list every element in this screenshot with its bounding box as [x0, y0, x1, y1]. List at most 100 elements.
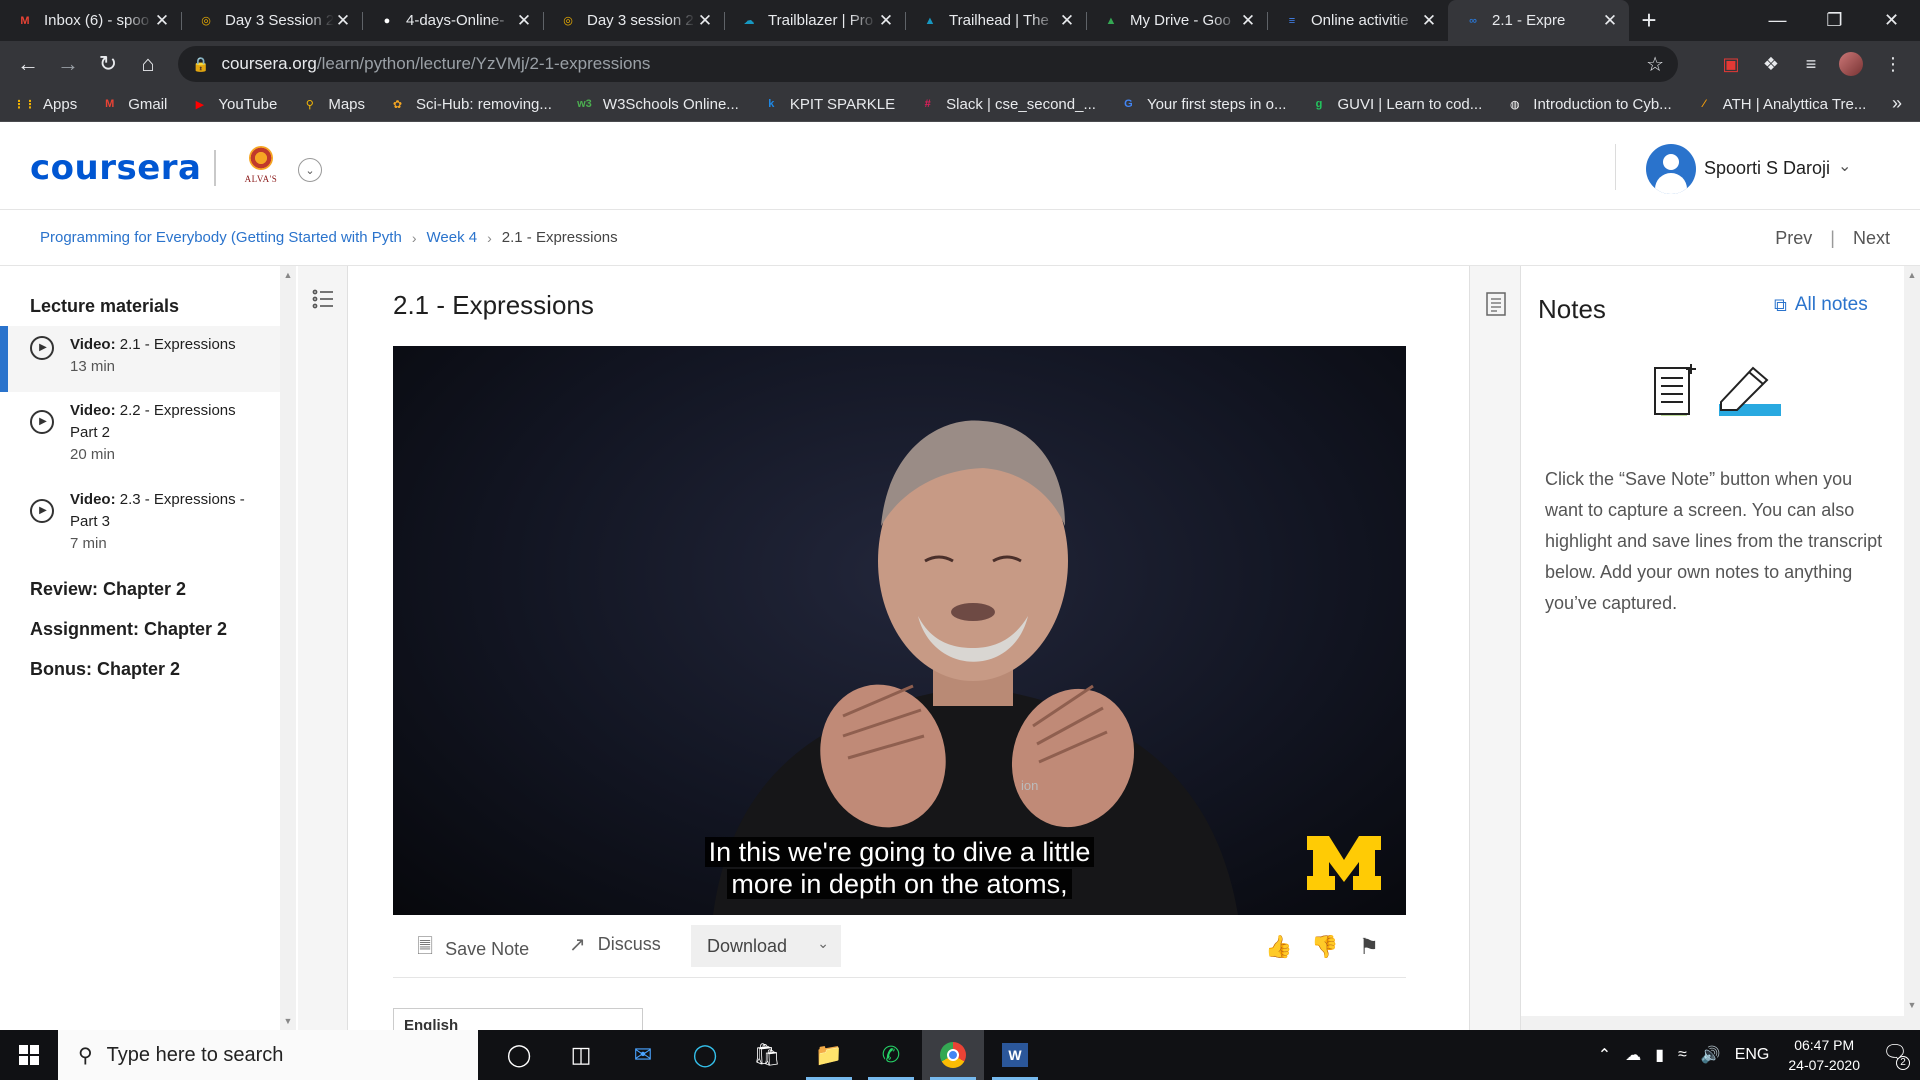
flag-icon[interactable]: ⚑	[1355, 934, 1383, 962]
google-drive-icon: ▲	[1105, 14, 1117, 27]
bookmark-item[interactable]: M Gmail	[101, 96, 167, 113]
video-player[interactable]: ion In this we're going to dive a little…	[393, 346, 1406, 915]
browser-tab[interactable]: ☁ Trailblazer | Pro ✕	[724, 0, 905, 41]
close-tab-icon[interactable]: ✕	[877, 11, 895, 31]
notes-document-icon[interactable]	[1486, 292, 1506, 316]
bookmark-item[interactable]: ⚲ Maps	[301, 96, 365, 113]
notes-scrollbar[interactable]: ▲ ▼	[1904, 266, 1920, 1030]
home-icon[interactable]: ⌂	[128, 44, 168, 84]
list-outline-icon[interactable]	[312, 288, 334, 310]
next-button[interactable]: Next	[1853, 228, 1890, 249]
browser-tab[interactable]: ◎ Day 3 session 2 ✕	[543, 0, 724, 41]
all-notes-link[interactable]: ⧉ All notes	[1774, 294, 1868, 316]
partner-switch-chevron-icon[interactable]: ⌄	[298, 158, 322, 182]
thumbs-up-icon[interactable]: 👍	[1265, 934, 1293, 962]
close-tab-icon[interactable]: ✕	[334, 11, 352, 31]
coursera-logo[interactable]: coursera	[30, 148, 202, 188]
close-tab-icon[interactable]: ✕	[515, 11, 533, 31]
review-section-link[interactable]: Review: Chapter 2	[30, 579, 186, 600]
close-tab-icon[interactable]: ✕	[153, 11, 171, 31]
close-tab-icon[interactable]: ✕	[1420, 11, 1438, 31]
show-hidden-icons-chevron-icon[interactable]: ⌃	[1598, 1045, 1611, 1065]
file-explorer-icon[interactable]: 📁	[798, 1030, 860, 1080]
word-icon[interactable]: W	[984, 1030, 1046, 1080]
scroll-down-icon[interactable]: ▼	[1904, 1000, 1920, 1010]
input-language[interactable]: ENG	[1735, 1046, 1770, 1064]
user-menu-chevron-icon[interactable]: ⌄	[1838, 156, 1851, 176]
lesson-item[interactable]: ▶ Video: 2.2 - Expressions Part 2 20 min	[0, 400, 280, 480]
save-note-button[interactable]: 🗏 Save Note	[417, 932, 529, 966]
bookmark-item[interactable]: ⋮⋮ Apps	[14, 96, 78, 113]
bookmark-item[interactable]: ✿ Sci-Hub: removing...	[389, 96, 552, 113]
task-view-icon[interactable]: ◫	[550, 1030, 612, 1080]
profile-avatar-icon[interactable]	[1836, 49, 1866, 79]
scroll-up-icon[interactable]: ▲	[280, 270, 296, 280]
lesson-item[interactable]: ▶ Video: 2.3 - Expressions - Part 3 7 mi…	[0, 489, 280, 559]
back-icon[interactable]: ←	[8, 44, 48, 84]
windows-start-button[interactable]	[0, 1030, 58, 1080]
browser-tab[interactable]: ∞ 2.1 - Expre ✕	[1448, 0, 1629, 41]
scroll-up-icon[interactable]: ▲	[1904, 270, 1920, 280]
user-name[interactable]: Spoorti S Daroji	[1704, 158, 1830, 179]
restore-icon[interactable]: ❐	[1806, 0, 1863, 41]
cortana-icon[interactable]: ◯	[488, 1030, 550, 1080]
chrome-menu-icon[interactable]: ⋮	[1878, 49, 1908, 79]
bookmark-item[interactable]: ◍ Introduction to Cyb...	[1506, 96, 1672, 113]
volume-icon[interactable]: 🔊	[1701, 1045, 1721, 1065]
wifi-icon[interactable]: ≈	[1678, 1046, 1687, 1064]
taskbar-search-box[interactable]: ⚲ Type here to search	[58, 1030, 478, 1080]
bookmark-star-icon[interactable]: ☆	[1646, 52, 1664, 77]
bookmark-item[interactable]: ⁄ ATH | Analyttica Tre...	[1696, 96, 1866, 113]
extensions-puzzle-icon[interactable]: ❖	[1756, 49, 1786, 79]
whatsapp-icon[interactable]: ✆	[860, 1030, 922, 1080]
browser-tab[interactable]: M Inbox (6) - spoo ✕	[0, 0, 181, 41]
partner-logo[interactable]: ALVA'S	[240, 146, 282, 190]
close-window-icon[interactable]: ✕	[1863, 0, 1920, 41]
breadcrumb-course-link[interactable]: Programming for Everybody (Getting Start…	[40, 229, 402, 246]
store-icon[interactable]: 🛍	[736, 1030, 798, 1080]
close-tab-icon[interactable]: ✕	[696, 11, 714, 31]
media-queue-icon[interactable]: ≡	[1796, 49, 1826, 79]
thumbs-down-icon[interactable]: 👎	[1311, 934, 1339, 962]
bonus-section-link[interactable]: Bonus: Chapter 2	[30, 659, 180, 680]
more-bookmarks-icon[interactable]: »	[1892, 93, 1902, 114]
browser-tab[interactable]: ▲ My Drive - Goo ✕	[1086, 0, 1267, 41]
bookmark-item[interactable]: g GUVI | Learn to cod...	[1310, 96, 1483, 113]
bookmark-item[interactable]: k KPIT SPARKLE	[763, 96, 895, 113]
bookmark-item[interactable]: ▶ YouTube	[191, 96, 278, 113]
close-tab-icon[interactable]: ✕	[1239, 11, 1257, 31]
bookmark-item[interactable]: G Your first steps in o...	[1120, 96, 1286, 113]
lesson-item[interactable]: ▶ Video: 2.1 - Expressions 13 min	[0, 326, 280, 392]
close-tab-icon[interactable]: ✕	[1058, 11, 1076, 31]
sidebar-scrollbar[interactable]: ▲ ▼	[280, 266, 296, 1030]
avatar[interactable]	[1646, 144, 1696, 194]
bookmark-item[interactable]: # Slack | cse_second_...	[919, 96, 1096, 113]
notes-horizontal-scrollbar[interactable]	[1521, 1016, 1906, 1030]
browser-tab[interactable]: ◎ Day 3 Session 2 ✕	[181, 0, 362, 41]
edge-icon[interactable]: ◯	[674, 1030, 736, 1080]
bookmark-item[interactable]: w3 W3Schools Online...	[576, 96, 739, 113]
lock-icon[interactable]: 🔒	[192, 56, 209, 73]
onedrive-cloud-icon[interactable]: ☁	[1625, 1045, 1641, 1065]
mail-icon[interactable]: ✉	[612, 1030, 674, 1080]
reload-icon[interactable]: ↻	[88, 44, 128, 84]
battery-icon[interactable]: ▮	[1655, 1045, 1664, 1065]
close-tab-icon[interactable]: ✕	[1601, 11, 1619, 31]
chrome-icon[interactable]	[922, 1030, 984, 1080]
forward-icon[interactable]: →	[48, 44, 88, 84]
discuss-button[interactable]: ↗ Discuss	[569, 932, 661, 957]
minimize-icon[interactable]: —	[1749, 0, 1806, 41]
prev-button[interactable]: Prev	[1775, 228, 1812, 249]
action-center-icon[interactable]: 🗨 2	[1878, 1040, 1912, 1070]
browser-tab[interactable]: ▲ Trailhead | The ✕	[905, 0, 1086, 41]
scroll-down-icon[interactable]: ▼	[280, 1016, 296, 1026]
browser-tab[interactable]: ≡ Online activitie ✕	[1267, 0, 1448, 41]
assignment-section-link[interactable]: Assignment: Chapter 2	[30, 619, 227, 640]
clock[interactable]: 06:47 PM 24-07-2020	[1788, 1035, 1860, 1075]
download-dropdown[interactable]: Download ⌄	[691, 925, 841, 967]
pocket-extension-icon[interactable]: ▣	[1716, 49, 1746, 79]
address-bar[interactable]: 🔒 coursera.org/learn/python/lecture/YzVM…	[178, 46, 1678, 82]
new-tab-button[interactable]: +	[1629, 0, 1669, 41]
breadcrumb-week-link[interactable]: Week 4	[427, 229, 478, 246]
browser-tab[interactable]: ● 4-days-Online- ✕	[362, 0, 543, 41]
